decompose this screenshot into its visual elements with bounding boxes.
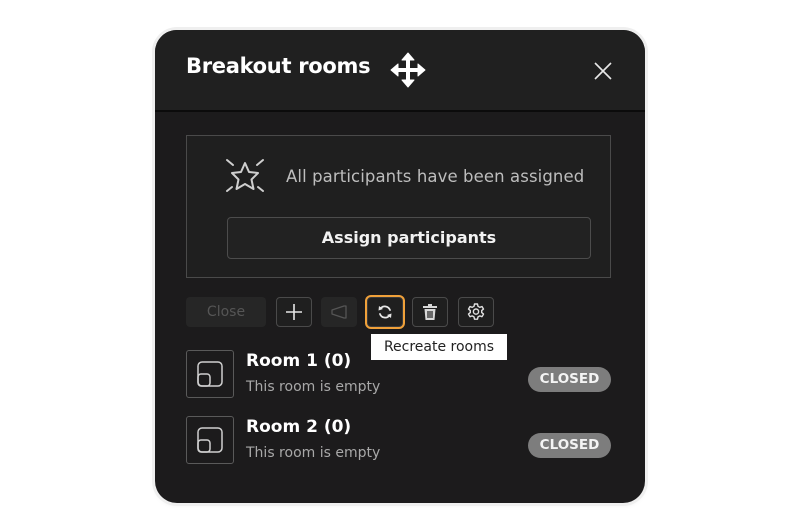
- assign-participants-button[interactable]: Assign participants: [227, 217, 591, 259]
- gear-icon: [467, 303, 485, 320]
- megaphone-icon: [331, 305, 347, 319]
- room-list-item[interactable]: Room 2 (0) This room is empty CLOSED: [186, 416, 616, 466]
- room-name: Room 2 (0): [246, 417, 352, 437]
- move-arrows-icon[interactable]: [390, 52, 426, 88]
- refresh-icon: [378, 305, 392, 319]
- assignment-status-text: All participants have been assigned: [286, 167, 585, 186]
- room-subtitle: This room is empty: [246, 445, 381, 461]
- settings-button[interactable]: [458, 297, 494, 327]
- breakout-rooms-dialog: Breakout rooms All participants have bee…: [155, 30, 645, 503]
- trash-icon: [423, 304, 437, 320]
- room-icon-box: [186, 350, 234, 398]
- room-icon: [197, 427, 223, 453]
- room-subtitle: This room is empty: [246, 379, 381, 395]
- recreate-rooms-button[interactable]: [367, 297, 403, 327]
- assignment-status-panel: All participants have been assigned Assi…: [186, 135, 611, 278]
- add-room-button[interactable]: [276, 297, 312, 327]
- room-status-badge: CLOSED: [528, 433, 611, 458]
- close-x-icon[interactable]: [593, 61, 613, 81]
- rooms-toolbar: Close: [186, 297, 616, 329]
- room-name: Room 1 (0): [246, 351, 352, 371]
- plus-icon: [286, 304, 302, 320]
- room-list-item[interactable]: Room 1 (0) This room is empty CLOSED: [186, 350, 616, 400]
- room-status-badge: CLOSED: [528, 367, 611, 392]
- dialog-title: Breakout rooms: [186, 54, 371, 78]
- dialog-header[interactable]: Breakout rooms: [155, 30, 645, 112]
- broadcast-button[interactable]: [321, 297, 357, 327]
- room-icon: [197, 361, 223, 387]
- delete-rooms-button[interactable]: [412, 297, 448, 327]
- room-icon-box: [186, 416, 234, 464]
- close-rooms-button[interactable]: Close: [186, 297, 266, 327]
- sparkle-star-icon: [226, 159, 264, 192]
